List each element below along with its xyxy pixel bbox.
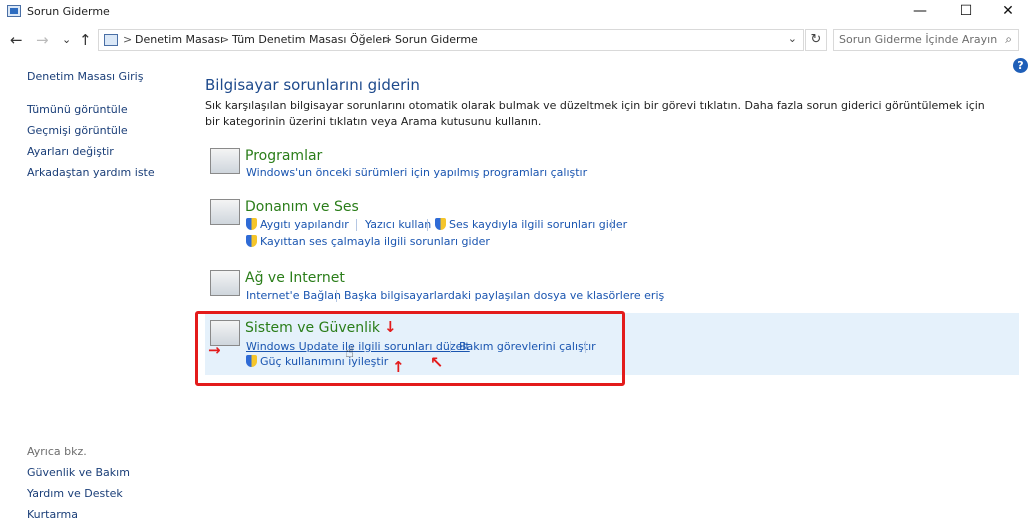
category-title-programs[interactable]: Programlar [245, 148, 322, 164]
red-arrow-up-left-icon: ↖ [430, 353, 444, 372]
address-bar[interactable]: > Denetim Masası > Tüm Denetim Masası Öğ… [98, 29, 804, 51]
link-divider [336, 290, 337, 302]
link-divider [356, 219, 357, 231]
sidebar-item-change-settings[interactable]: Ayarları değiştir [27, 145, 114, 158]
link-configure-device[interactable]: Aygıtı yapılandır [246, 218, 349, 231]
breadcrumb-troubleshooting[interactable]: Sorun Giderme [395, 33, 478, 46]
sidebar-item-get-help-from-friend[interactable]: Arkadaştan yardım iste [27, 166, 155, 179]
category-title-hardware-sound[interactable]: Donanım ve Ses [245, 199, 359, 215]
help-icon[interactable]: ? [1013, 58, 1028, 73]
sidebar-item-view-history[interactable]: Geçmişi görüntüle [27, 124, 128, 137]
troubleshooting-app-icon [7, 5, 21, 17]
link-use-printer[interactable]: Yazıcı kullan [365, 218, 431, 231]
minimize-button[interactable]: — [897, 0, 943, 24]
link-fix-recording-label: Ses kaydıyla ilgili sorunları gider [449, 218, 628, 231]
programs-icon[interactable] [210, 148, 240, 174]
sidebar-item-control-panel-home[interactable]: Denetim Masası Giriş [27, 70, 143, 83]
control-panel-icon [104, 34, 118, 46]
red-arrow-right-icon: → [208, 341, 221, 359]
back-button[interactable]: ← [10, 31, 23, 49]
breadcrumb-separator[interactable]: > [220, 33, 229, 46]
network-internet-icon[interactable] [210, 270, 240, 296]
forward-button[interactable]: → [36, 31, 49, 49]
link-configure-device-label: Aygıtı yapılandır [260, 218, 349, 231]
page-description: Sık karşılaşılan bilgisayar sorunlarını … [205, 99, 985, 128]
link-fix-playback[interactable]: Kayıttan ses çalmayla ilgili sorunları g… [246, 235, 490, 248]
link-fix-recording[interactable]: Ses kaydıyla ilgili sorunları gider [435, 218, 627, 231]
refresh-button[interactable]: ↻ [805, 29, 827, 51]
category-title-network-internet[interactable]: Ağ ve Internet [245, 270, 345, 286]
sidebar-item-view-all[interactable]: Tümünü görüntüle [27, 103, 128, 116]
category-hardware-sound: Donanım ve Ses Aygıtı yapılandır Yazıcı … [205, 197, 855, 257]
hardware-sound-icon[interactable] [210, 199, 240, 225]
page-title: Bilgisayar sorunlarını giderin [205, 76, 420, 94]
link-divider [427, 219, 428, 231]
address-dropdown-icon[interactable]: ⌄ [788, 32, 797, 45]
see-also-security-maintenance[interactable]: Güvenlik ve Bakım [27, 466, 130, 479]
breadcrumb-control-panel[interactable]: Denetim Masası [135, 33, 223, 46]
maximize-button[interactable]: ☐ [943, 0, 989, 24]
search-placeholder: Sorun Giderme İçinde Arayın [839, 33, 998, 46]
breadcrumb-separator[interactable]: > [123, 33, 132, 46]
search-input[interactable]: Sorun Giderme İçinde Arayın ⌕ [833, 29, 1019, 51]
recent-locations-button[interactable]: ⌄ [62, 31, 71, 49]
close-button[interactable]: ✕ [985, 0, 1031, 24]
title-bar: Sorun Giderme — ☐ ✕ [0, 0, 1031, 24]
shield-icon [246, 218, 257, 230]
link-run-old-programs[interactable]: Windows'un önceki sürümleri için yapılmı… [246, 166, 587, 179]
shield-icon [246, 235, 257, 247]
link-connect-internet[interactable]: Internet'e Bağlan [246, 289, 341, 302]
search-icon[interactable]: ⌕ [1005, 32, 1012, 47]
up-button[interactable]: ↑ [79, 31, 92, 49]
red-highlight-box [195, 311, 625, 386]
category-network-internet: Ağ ve Internet Internet'e Bağlan Başka b… [205, 268, 855, 308]
category-programs: Programlar Windows'un önceki sürümleri i… [205, 146, 855, 186]
red-arrow-down-icon: ↓ [384, 318, 397, 336]
see-also-heading: Ayrıca bkz. [27, 445, 87, 458]
breadcrumb-all-items[interactable]: Tüm Denetim Masası Öğeleri [232, 33, 390, 46]
link-shared-folders[interactable]: Başka bilgisayarlardaki paylaşılan dosya… [344, 289, 664, 302]
hand-cursor-icon: ☝ [345, 343, 355, 361]
link-fix-playback-label: Kayıttan ses çalmayla ilgili sorunları g… [260, 235, 490, 248]
window-title: Sorun Giderme [27, 5, 110, 18]
see-also-help-support[interactable]: Yardım ve Destek [27, 487, 123, 500]
breadcrumb-separator[interactable]: > [383, 33, 392, 46]
red-arrow-up-icon: ↑ [392, 358, 405, 376]
see-also-recovery[interactable]: Kurtarma [27, 508, 78, 521]
shield-icon [435, 218, 446, 230]
link-divider [611, 219, 612, 231]
